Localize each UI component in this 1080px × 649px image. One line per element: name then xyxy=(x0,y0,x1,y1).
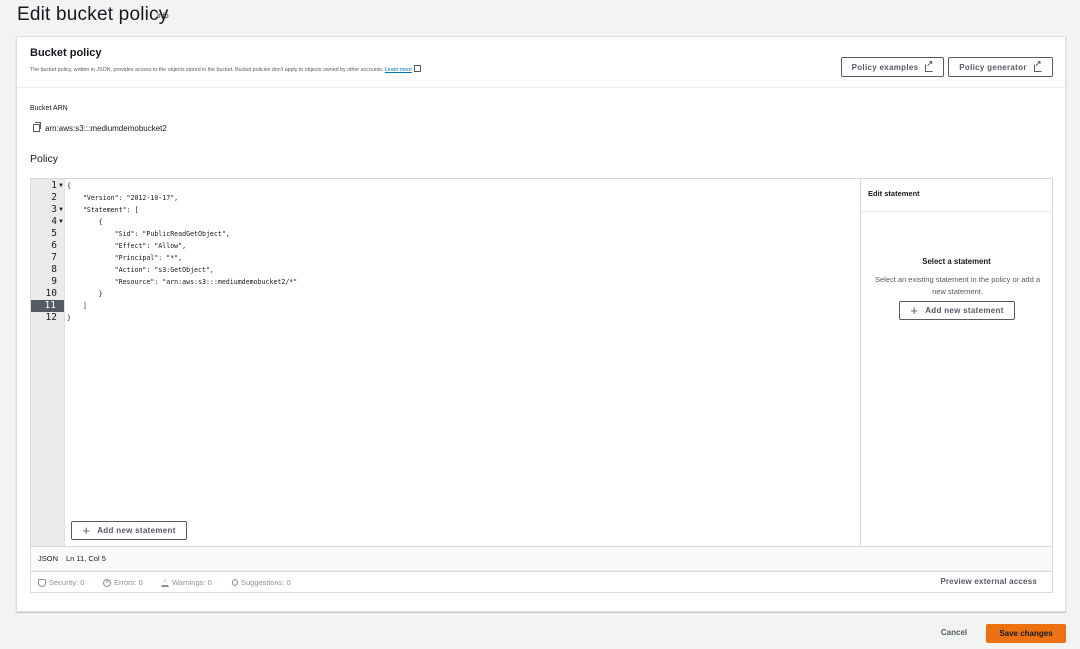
shield-icon xyxy=(38,578,46,587)
suggestions-label: Suggestions: 0 xyxy=(241,578,291,587)
info-link[interactable]: Info xyxy=(157,13,169,20)
policy-examples-label: Policy examples xyxy=(851,62,919,72)
line-number: 9 xyxy=(51,276,57,287)
line-number: 6 xyxy=(51,240,57,251)
warnings-label: Warnings: 0 xyxy=(172,578,212,587)
line-number: 8 xyxy=(51,264,57,275)
code-line: "Resource": "arn:aws:s3:::mediumdemobuck… xyxy=(67,278,298,286)
policy-editor: 1 ▼ 2 3 ▼ 4 ▼ 5 6 7 8 9 10 11 12 + Add new statement {… xyxy=(30,178,1053,547)
policy-generator-label: Policy generator xyxy=(959,62,1027,72)
line-number: 2 xyxy=(51,192,57,203)
code-line: } xyxy=(67,290,103,298)
select-statement-text: Select an existing statement in the poli… xyxy=(874,275,1041,296)
security-count[interactable]: Security: 0 xyxy=(38,578,84,587)
warning-icon xyxy=(161,578,169,587)
code-line: "Effect": "Allow", xyxy=(67,242,187,250)
errors-count[interactable]: Errors: 0 xyxy=(103,577,143,587)
fold-toggle-icon[interactable]: ▼ xyxy=(58,204,64,216)
save-changes-button[interactable]: Save changes xyxy=(986,624,1066,643)
suggestions-count[interactable]: Suggestions: 0 xyxy=(232,578,291,587)
add-new-statement-label: Add new statement xyxy=(97,526,176,535)
side-add-new-statement-button[interactable]: + Add new statement xyxy=(899,301,1015,320)
code-line: } xyxy=(67,314,71,322)
security-label: Security: 0 xyxy=(49,578,85,587)
page-title: Edit bucket policy xyxy=(17,4,169,25)
code-line: "Statement": [ xyxy=(67,206,139,214)
edit-statement-header: Edit statement xyxy=(861,179,1052,212)
code-line: "Action": "s3:GetObject", xyxy=(67,266,214,274)
editor-status-bar: JSON Ln 11, Col 5 xyxy=(30,547,1053,571)
panel-title: Bucket policy xyxy=(30,47,102,59)
code-line: { xyxy=(67,182,71,190)
policy-generator-button[interactable]: Policy generator xyxy=(948,57,1053,77)
bucket-arn-value: arn:aws:s3:::mediumdemobucket2 xyxy=(45,124,167,133)
edit-statement-panel: Edit statement Select a statement Select… xyxy=(861,179,1052,546)
code-line: ] xyxy=(67,302,87,310)
bucket-policy-panel: Bucket policy The bucket policy, written… xyxy=(16,36,1066,612)
preview-external-access-button[interactable]: Preview external access xyxy=(940,577,1037,586)
learn-more-link[interactable]: Learn more xyxy=(385,67,412,73)
bucket-arn-label: Bucket ARN xyxy=(30,105,68,112)
line-number: 3 xyxy=(51,204,57,215)
select-statement-heading: Select a statement xyxy=(922,257,991,266)
errors-label: Errors: 0 xyxy=(114,578,143,587)
policy-label: Policy xyxy=(30,153,59,165)
fold-toggle-icon[interactable]: ▼ xyxy=(58,216,64,228)
add-new-statement-button[interactable]: + Add new statement xyxy=(71,521,187,540)
plus-icon: + xyxy=(910,303,919,318)
code-line: "Version": "2012-10-17", xyxy=(67,194,179,202)
warnings-count[interactable]: Warnings: 0 xyxy=(161,578,212,587)
line-number: 12 xyxy=(45,312,57,323)
line-number: 10 xyxy=(45,288,57,299)
validation-bar: Security: 0 Errors: 0 Warnings: 0 Sugges… xyxy=(30,571,1053,593)
language-indicator: JSON xyxy=(38,554,59,563)
side-add-new-statement-label: Add new statement xyxy=(925,306,1004,315)
line-number: 1 xyxy=(51,180,57,191)
external-link-icon xyxy=(413,65,421,72)
line-number: 11 xyxy=(31,300,64,312)
edit-statement-title: Edit statement xyxy=(868,189,920,198)
external-link-icon xyxy=(925,59,933,72)
line-number-gutter: 1 ▼ 2 3 ▼ 4 ▼ 5 6 7 8 9 10 11 12 xyxy=(31,179,65,546)
panel-header: Bucket policy The bucket policy, written… xyxy=(17,37,1065,88)
line-number: 4 xyxy=(51,216,57,227)
code-line: "Sid": "PublicReadGetObject", xyxy=(67,230,230,238)
fold-toggle-icon[interactable]: ▼ xyxy=(58,180,64,192)
policy-examples-button[interactable]: Policy examples xyxy=(841,57,944,77)
code-line: "Principal": "*", xyxy=(67,254,183,262)
line-number: 7 xyxy=(51,252,57,263)
panel-description: The bucket policy, written in JSON, prov… xyxy=(30,64,421,73)
copy-icon[interactable] xyxy=(33,122,41,132)
external-link-icon xyxy=(1033,59,1042,72)
panel-description-text: The bucket policy, written in JSON, prov… xyxy=(30,67,384,73)
line-number: 5 xyxy=(51,228,57,239)
code-line: { xyxy=(67,218,103,226)
lightbulb-icon xyxy=(232,579,238,586)
plus-icon: + xyxy=(82,523,91,538)
error-icon xyxy=(103,577,111,587)
cursor-position: Ln 11, Col 5 xyxy=(66,554,106,563)
code-area[interactable]: + Add new statement { "Version": "2012-1… xyxy=(65,179,861,546)
cancel-button[interactable]: Cancel xyxy=(930,625,978,641)
